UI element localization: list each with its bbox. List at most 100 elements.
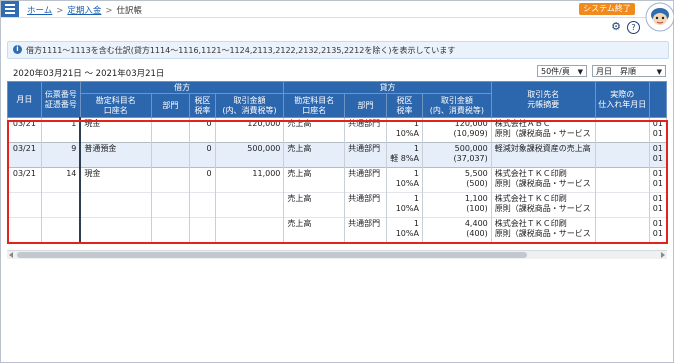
- header-amount-line1: 取引金額: [440, 95, 473, 105]
- cell-debit-tax: [189, 192, 216, 218]
- top-bar: ホーム > 定期入金 > 仕訳帳 システム終了: [1, 1, 673, 18]
- info-message: i 借方1111～1113を含む仕訳(貸方1114～1116,1121～1124…: [7, 41, 669, 59]
- cell-partner: 株式会社ＴＫＣ印刷 原則（課税商品・サービス: [490, 217, 596, 243]
- table-row[interactable]: 03/21 14 現金 0 11,000 売上高 共通部門 1 10%A 5,50…: [7, 167, 667, 193]
- header-account-line2: 口座名: [103, 105, 128, 115]
- partner-name: 株式会社ＡＢＣ: [494, 119, 551, 128]
- cell-credit-tax: 1 10%A: [385, 217, 423, 243]
- horizontal-scrollbar[interactable]: [7, 250, 667, 259]
- credit-tax-code: 1: [413, 219, 419, 228]
- cell-debit-account: 普通預金: [79, 142, 152, 168]
- cell-credit-amount: 120,000 (10,909): [421, 117, 492, 143]
- cell-date: [7, 217, 42, 243]
- date-range: 2020年03月21日 ～ 2021年03月21日: [13, 69, 165, 79]
- extra-line2: 01: [652, 129, 663, 138]
- cell-debit-dept: [150, 192, 191, 218]
- partner-name: 株式会社ＴＫＣ印刷: [494, 194, 567, 203]
- cell-credit-amount: 500,000 (37,037): [421, 142, 492, 168]
- table-row[interactable]: 03/21 1 現金 0 120,000 売上高 共通部門 1 10%A 120,…: [7, 117, 667, 143]
- cell-credit-account: 売上高: [283, 117, 346, 143]
- credit-tax-code: 1: [413, 119, 419, 128]
- credit-tax-code: 1: [413, 169, 419, 178]
- chevron-down-icon: ▼: [577, 68, 583, 76]
- ledger-memo: 原則（課税商品・サービス: [494, 204, 591, 213]
- breadcrumb-separator: >: [56, 6, 64, 16]
- cell-purchase-date: [594, 167, 650, 193]
- cell-slip: 1: [40, 117, 81, 143]
- header-tax-line1: 税区: [194, 95, 211, 105]
- scroll-left-icon[interactable]: [9, 252, 13, 258]
- header-partner-line2: 元帳摘要: [527, 99, 560, 109]
- breadcrumb-home[interactable]: ホーム: [27, 6, 52, 16]
- extra-line2: 01: [652, 179, 663, 188]
- table-row[interactable]: 売上高 共通部門 1 10%A 4,400 (400) 株式会社ＴＫＣ印刷 原則（課税…: [7, 217, 667, 243]
- cell-slip: [40, 217, 81, 243]
- system-exit-button[interactable]: システム終了: [579, 3, 635, 15]
- cell-credit-account: 売上高: [283, 217, 346, 243]
- journal-table: 月日 伝票番号 証憑番号 借方 貸方 取引先名 元帳摘要 実際の 仕入れ年月日: [7, 81, 667, 243]
- table-row[interactable]: 03/21 9 普通預金 0 500,000 売上高 共通部門 1軽 8%A 5…: [7, 142, 667, 168]
- cell-slip: [40, 192, 81, 218]
- cell-credit-tax: 1 10%A: [385, 167, 423, 193]
- per-page-select[interactable]: 50件/頁 ▼: [537, 65, 587, 77]
- header-account-line1: 勘定科目名: [95, 95, 136, 105]
- cell-debit-account: [79, 192, 152, 218]
- table-row[interactable]: 売上高 共通部門 1 10%A 1,100 (100) 株式会社ＴＫＣ印刷 原則（課税…: [7, 192, 667, 218]
- cell-partner: 株式会社ＡＢＣ 原則（課税商品・サービス: [490, 117, 596, 143]
- header-debit-tax: 税区 税率: [189, 93, 216, 118]
- sort-select[interactable]: 月日 昇順 ▼: [592, 65, 666, 77]
- credit-tax-rate: 10%A: [395, 129, 419, 138]
- scrollbar-thumb[interactable]: [17, 252, 527, 258]
- extra-line1: 01: [652, 194, 663, 203]
- cell-debit-amount: 500,000: [214, 142, 285, 168]
- cell-debit-dept: [150, 117, 191, 143]
- cell-slip: 9: [40, 142, 81, 168]
- credit-tax-amount: (100): [466, 204, 488, 213]
- scroll-right-icon[interactable]: [661, 252, 665, 258]
- header-debit-dept: 部門: [150, 93, 191, 118]
- cell-debit-dept: [150, 167, 191, 193]
- cell-credit-tax: 1 10%A: [385, 192, 423, 218]
- credit-tax-rate: 10%A: [395, 229, 419, 238]
- cell-date: [7, 192, 42, 218]
- extra-line2: 01: [652, 154, 663, 163]
- header-tax-line2: 税率: [194, 105, 211, 115]
- header-tax-line2: 税率: [396, 105, 413, 115]
- header-credit-account: 勘定科目名 口座名: [283, 93, 346, 118]
- per-page-value: 50件/頁: [541, 67, 570, 76]
- gear-icon[interactable]: ⚙: [610, 21, 622, 33]
- cell-credit-dept: 共通部門: [344, 117, 387, 143]
- extra-line1: 01: [652, 119, 663, 128]
- cell-debit-dept: [150, 217, 191, 243]
- cell-debit-tax: [189, 217, 216, 243]
- header-tax-line1: 税区: [396, 95, 413, 105]
- credit-amount: 500,000: [454, 144, 488, 153]
- cell-credit-tax: 1 10%A: [385, 117, 423, 143]
- credit-amount: 5,500: [464, 169, 488, 178]
- cell-date: 03/21: [7, 117, 42, 143]
- cell-debit-dept: [150, 142, 191, 168]
- hamburger-icon[interactable]: [1, 1, 19, 17]
- breadcrumb-section[interactable]: 定期入金: [67, 6, 101, 16]
- cell-extra: 01 01: [648, 142, 667, 168]
- header-amount-line1: 取引金額: [233, 95, 266, 105]
- credit-tax-rate: 軽 8%A: [390, 154, 419, 163]
- cell-credit-account: 売上高: [283, 192, 346, 218]
- mascot-avatar-icon: [645, 2, 674, 32]
- credit-tax-code: 1: [413, 144, 419, 153]
- header-date: 月日: [7, 81, 42, 118]
- breadcrumb-separator: >: [105, 6, 113, 16]
- cell-extra: 01 01: [648, 217, 667, 243]
- credit-tax-amount: (37,037): [453, 154, 488, 163]
- cell-credit-account: 売上高: [283, 142, 346, 168]
- header-extra: [648, 81, 667, 118]
- credit-tax-rate: 10%A: [395, 179, 419, 188]
- cell-extra: 01 01: [648, 117, 667, 143]
- help-icon[interactable]: ?: [627, 21, 640, 34]
- header-credit-amount: 取引金額 (内、消費税等): [421, 93, 492, 118]
- extra-line2: 01: [652, 204, 663, 213]
- header-debit-amount: 取引金額 (内、消費税等): [214, 93, 285, 118]
- info-text: 借方1111～1113を含む仕訳(貸方1114～1116,1121～1124,2…: [26, 46, 456, 55]
- cell-debit-tax: 0: [189, 142, 216, 168]
- cell-purchase-date: [594, 192, 650, 218]
